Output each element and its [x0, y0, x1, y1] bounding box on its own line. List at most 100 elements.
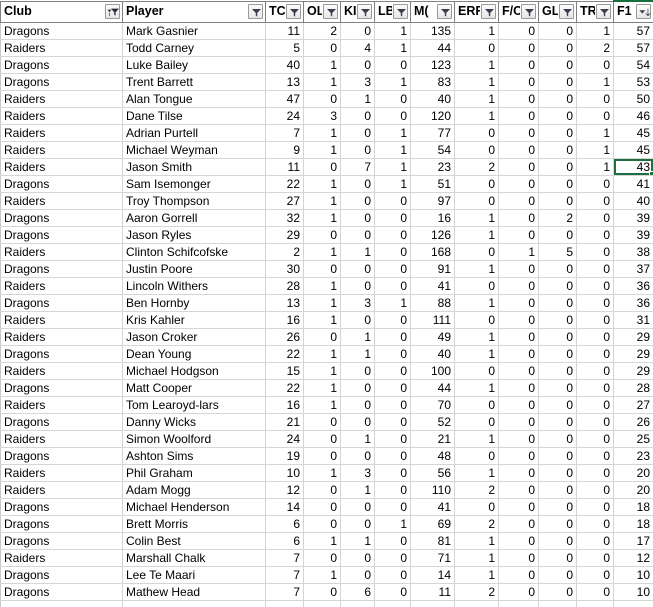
cell-lb[interactable]: 1	[374, 158, 411, 176]
cell-tr[interactable]: 0	[576, 481, 614, 499]
cell-player[interactable]: Phil Graham	[122, 464, 266, 482]
cell-tck[interactable]: 27	[265, 192, 304, 210]
cell-lb[interactable]: 1	[374, 39, 411, 57]
cell-mg[interactable]: 100	[410, 362, 455, 380]
table-row[interactable]: Dragons Ashton Sims 19 0 0 0 48 0 0 0 0 23	[0, 447, 653, 465]
cell-ki[interactable]: 4	[340, 39, 375, 57]
cell-ki[interactable]: 0	[340, 447, 375, 465]
cell-ol[interactable]: 2	[303, 22, 341, 40]
cell-f1[interactable]: 25	[613, 430, 653, 448]
cell-ki[interactable]: 0	[340, 413, 375, 431]
cell-club[interactable]: Raiders	[0, 141, 123, 159]
cell-tck[interactable]: 28	[265, 277, 304, 295]
cell-gl[interactable]: 0	[538, 481, 577, 499]
cell-fc[interactable]: 0	[498, 447, 539, 465]
cell-f1[interactable]: 46	[613, 107, 653, 125]
cell-tr[interactable]: 0	[576, 583, 614, 601]
cell-mg[interactable]: 41	[410, 498, 455, 516]
table-row[interactable]: Raiders Adam Mogg 12 0 1 0 110 2 0 0 0 20	[0, 481, 653, 499]
cell-ki[interactable]: 3	[340, 464, 375, 482]
cell-tr[interactable]: 0	[576, 328, 614, 346]
cell-f1[interactable]: 10	[613, 583, 653, 601]
cell-club[interactable]: Raiders	[0, 192, 123, 210]
filter-icon[interactable]	[323, 4, 338, 19]
cell-tck[interactable]: 24	[265, 107, 304, 125]
cell-club[interactable]: Dragons	[0, 566, 123, 584]
cell-mg[interactable]: 126	[410, 226, 455, 244]
cell-tck[interactable]: 11	[265, 22, 304, 40]
cell-fc[interactable]: 0	[498, 362, 539, 380]
cell-gl[interactable]: 0	[538, 141, 577, 159]
cell-lb[interactable]: 0	[374, 277, 411, 295]
cell-ol[interactable]: 1	[303, 396, 341, 414]
cell-ol[interactable]: 1	[303, 175, 341, 193]
cell-tr[interactable]: 0	[576, 243, 614, 261]
cell-player[interactable]: Jason Ryles	[122, 226, 266, 244]
cell-fc[interactable]: 0	[498, 481, 539, 499]
cell-err[interactable]: 0	[454, 413, 499, 431]
cell-lb[interactable]: 1	[374, 294, 411, 312]
cell-ol[interactable]: 1	[303, 243, 341, 261]
table-row[interactable]: Raiders Marshall Chalk 7 0 0 0 71 1 0 0 0 12	[0, 549, 653, 567]
cell-tr[interactable]: 0	[576, 464, 614, 482]
cell-ol[interactable]: 1	[303, 56, 341, 74]
cell-tck[interactable]: 6	[265, 532, 304, 550]
cell-ol[interactable]: 1	[303, 362, 341, 380]
column-header-f1[interactable]: F1	[613, 0, 653, 23]
cell-err[interactable]: 0	[454, 396, 499, 414]
filter-icon[interactable]	[481, 4, 496, 19]
cell-lb[interactable]: 1	[374, 124, 411, 142]
cell-f1[interactable]: 12	[613, 549, 653, 567]
cell-player[interactable]: Michael Weyman	[122, 141, 266, 159]
cell-empty[interactable]	[454, 600, 499, 607]
cell-club[interactable]: Raiders	[0, 124, 123, 142]
cell-tck[interactable]: 30	[265, 260, 304, 278]
cell-tck[interactable]: 16	[265, 396, 304, 414]
cell-mg[interactable]: 40	[410, 345, 455, 363]
cell-fc[interactable]: 0	[498, 124, 539, 142]
cell-tck[interactable]: 2	[265, 243, 304, 261]
cell-club[interactable]: Dragons	[0, 226, 123, 244]
cell-err[interactable]: 1	[454, 90, 499, 108]
cell-tck[interactable]: 13	[265, 294, 304, 312]
cell-err[interactable]: 0	[454, 39, 499, 57]
cell-f1[interactable]: 29	[613, 328, 653, 346]
cell-gl[interactable]: 0	[538, 107, 577, 125]
cell-fc[interactable]: 0	[498, 22, 539, 40]
filter-icon[interactable]	[393, 4, 408, 19]
cell-club[interactable]: Raiders	[0, 158, 123, 176]
cell-fc[interactable]: 0	[498, 73, 539, 91]
cell-err[interactable]: 1	[454, 107, 499, 125]
cell-err[interactable]: 0	[454, 175, 499, 193]
cell-mg[interactable]: 14	[410, 566, 455, 584]
cell-gl[interactable]: 0	[538, 56, 577, 74]
cell-mg[interactable]: 111	[410, 311, 455, 329]
cell-player[interactable]: Mathew Head	[122, 583, 266, 601]
cell-gl[interactable]: 0	[538, 532, 577, 550]
cell-tr[interactable]: 2	[576, 39, 614, 57]
table-row[interactable]: Raiders Todd Carney 5 0 4 1 44 0 0 0 2 57	[0, 39, 653, 57]
cell-tr[interactable]: 0	[576, 566, 614, 584]
cell-club[interactable]: Raiders	[0, 90, 123, 108]
fill-handle[interactable]	[649, 170, 653, 174]
cell-err[interactable]: 0	[454, 498, 499, 516]
cell-tck[interactable]: 14	[265, 498, 304, 516]
cell-empty[interactable]	[374, 600, 411, 607]
spreadsheet-table[interactable]: Club Player TCl OL KI LB M(ERR F/C GL TR F1 Dragon…	[0, 0, 653, 607]
cell-tr[interactable]: 0	[576, 549, 614, 567]
cell-player[interactable]: Troy Thompson	[122, 192, 266, 210]
cell-club[interactable]: Raiders	[0, 481, 123, 499]
cell-ki[interactable]: 1	[340, 243, 375, 261]
cell-mg[interactable]: 168	[410, 243, 455, 261]
cell-ki[interactable]: 3	[340, 73, 375, 91]
cell-mg[interactable]: 135	[410, 22, 455, 40]
cell-err[interactable]: 0	[454, 447, 499, 465]
cell-club[interactable]: Dragons	[0, 22, 123, 40]
cell-mg[interactable]: 54	[410, 141, 455, 159]
cell-ki[interactable]: 0	[340, 107, 375, 125]
cell-club[interactable]: Raiders	[0, 328, 123, 346]
table-row[interactable]: Dragons Ben Hornby 13 1 3 1 88 1 0 0 0 36	[0, 294, 653, 312]
cell-fc[interactable]: 0	[498, 107, 539, 125]
cell-tr[interactable]: 0	[576, 498, 614, 516]
cell-gl[interactable]: 0	[538, 549, 577, 567]
